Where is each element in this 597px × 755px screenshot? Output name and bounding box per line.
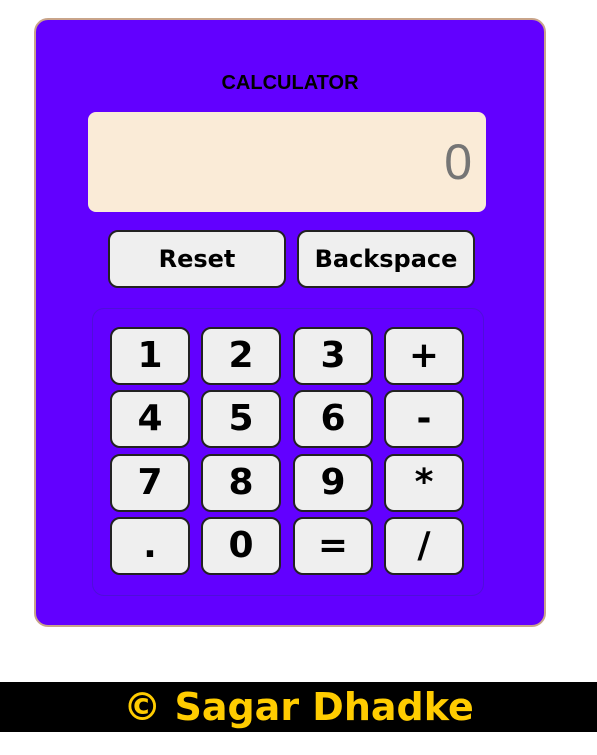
- key-8[interactable]: 8: [201, 454, 281, 512]
- key-9[interactable]: 9: [293, 454, 373, 512]
- calculator-display: 0: [88, 112, 486, 212]
- key-divide[interactable]: /: [384, 517, 464, 575]
- footer-credit: © Sagar Dhadke: [0, 682, 597, 732]
- key-decimal[interactable]: .: [110, 517, 190, 575]
- backspace-button[interactable]: Backspace: [297, 230, 475, 288]
- key-equals[interactable]: =: [293, 517, 373, 575]
- reset-button[interactable]: Reset: [108, 230, 286, 288]
- key-6[interactable]: 6: [293, 390, 373, 448]
- key-1[interactable]: 1: [110, 327, 190, 385]
- key-2[interactable]: 2: [201, 327, 281, 385]
- keypad: 1 2 3 + 4 5 6 - 7 8 9 * . 0 = /: [92, 308, 484, 596]
- calculator-panel: CALCULATOR 0 Reset Backspace 1 2 3 + 4 5…: [34, 18, 546, 627]
- key-multiply[interactable]: *: [384, 454, 464, 512]
- key-minus[interactable]: -: [384, 390, 464, 448]
- key-7[interactable]: 7: [110, 454, 190, 512]
- key-5[interactable]: 5: [201, 390, 281, 448]
- key-0[interactable]: 0: [201, 517, 281, 575]
- key-plus[interactable]: +: [384, 327, 464, 385]
- calculator-title: CALCULATOR: [221, 72, 359, 94]
- key-4[interactable]: 4: [110, 390, 190, 448]
- key-3[interactable]: 3: [293, 327, 373, 385]
